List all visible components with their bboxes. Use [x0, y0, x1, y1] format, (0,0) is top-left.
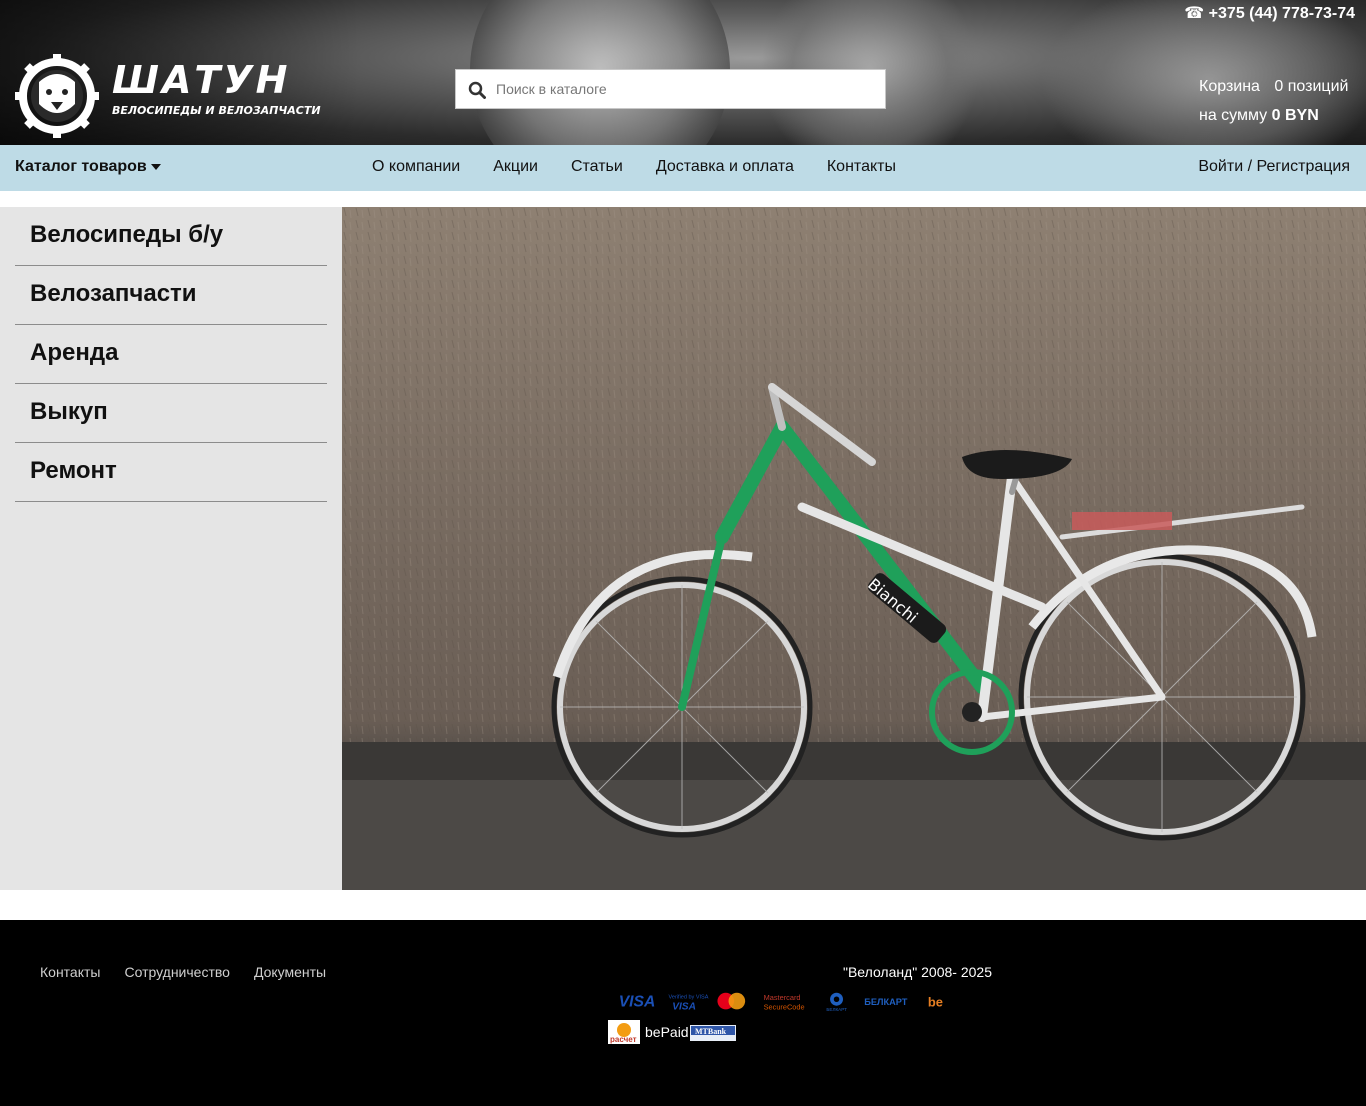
- visa-icon: VISA: [619, 994, 656, 1011]
- nav-link-articles[interactable]: Статьи: [571, 158, 623, 176]
- search-input[interactable]: [496, 70, 881, 108]
- svg-text:БЕЛКАРТ: БЕЛКАРТ: [864, 997, 908, 1007]
- svg-text:MTBank: MTBank: [695, 1027, 727, 1036]
- mastercard-securecode-icon: Mastercard SecureCode: [764, 993, 805, 1011]
- payment-logos: VISA Verified by VISA VISA Mastercard Se…: [619, 992, 943, 1012]
- cart-count: 0 позиций: [1274, 78, 1349, 95]
- svg-text:Verified by VISA: Verified by VISA: [669, 994, 709, 1000]
- sidebar-item-label: Велозапчасти: [30, 280, 197, 307]
- sidebar-item-label: Ремонт: [30, 457, 117, 484]
- nav-link-about[interactable]: О компании: [372, 158, 460, 176]
- cart-sum-value: 0 BYN: [1271, 107, 1319, 124]
- sidebar-item-label: Аренда: [30, 339, 119, 366]
- cart-sum-label: на сумму: [1199, 107, 1268, 124]
- belkart-internet-password-icon: БЕЛКАРТ: [864, 997, 908, 1007]
- site-footer: Контакты Сотрудничество Документы "Велол…: [0, 920, 1366, 1106]
- search-box: [455, 69, 886, 109]
- main-nav: Каталог товаров О компании Акции Статьи …: [0, 145, 1366, 191]
- mastercard-icon: [717, 992, 746, 1010]
- bicycle-image: Bianchi: [342, 207, 1366, 890]
- hero-banner: Bianchi: [342, 207, 1366, 890]
- sidebar-item-label: Велосипеды б/у: [30, 221, 224, 248]
- login-register-link[interactable]: Войти / Регистрация: [1198, 158, 1350, 176]
- svg-text:Mastercard: Mastercard: [764, 993, 801, 1002]
- logo-subtitle: ВЕЛОСИПЕДЫ И ВЕЛОЗАПЧАСТИ: [112, 104, 321, 117]
- category-sidebar: Велосипеды б/у Велозапчасти Аренда Выкуп…: [0, 207, 342, 890]
- svg-text:VISA: VISA: [672, 1001, 696, 1012]
- sidebar-item-used-bikes[interactable]: Велосипеды б/у: [15, 207, 327, 266]
- be-icon: be: [928, 995, 943, 1010]
- mtbank-icon: MTBank: [690, 1025, 736, 1041]
- catalog-label: Каталог товаров: [15, 158, 147, 175]
- nav-link-delivery[interactable]: Доставка и оплата: [656, 158, 794, 176]
- footer-link-contacts[interactable]: Контакты: [40, 964, 100, 980]
- nav-link-contacts[interactable]: Контакты: [827, 158, 896, 176]
- sidebar-item-buyout[interactable]: Выкуп: [15, 384, 327, 443]
- cart-label: Корзина: [1199, 78, 1260, 95]
- sidebar-item-label: Выкуп: [30, 398, 108, 425]
- svg-text:be: be: [928, 995, 943, 1010]
- svg-text:VISA: VISA: [619, 994, 656, 1011]
- sidebar-item-spare-parts[interactable]: Велозапчасти: [15, 266, 327, 325]
- copyright-text: "Велоланд" 2008- 2025: [843, 964, 992, 980]
- footer-link-documents[interactable]: Документы: [254, 964, 326, 980]
- site-header: ШАТУН ВЕЛОСИПЕДЫ И ВЕЛОЗАПЧАСТИ ☎ +375 (…: [0, 0, 1366, 145]
- bear-gear-icon: [15, 54, 99, 138]
- sidebar-item-repair[interactable]: Ремонт: [15, 443, 327, 502]
- caret-down-icon: [150, 163, 161, 170]
- raschet-icon: расчет: [608, 1020, 640, 1044]
- bepaid-logo: bePaid: [645, 1024, 689, 1040]
- svg-text:SecureCode: SecureCode: [764, 1002, 805, 1011]
- verified-by-visa-icon: Verified by VISA VISA: [669, 994, 709, 1012]
- logo-title: ШАТУН: [112, 58, 291, 102]
- footer-link-cooperation[interactable]: Сотрудничество: [124, 964, 229, 980]
- search-icon[interactable]: [468, 81, 486, 99]
- svg-text:расчет: расчет: [610, 1035, 637, 1044]
- phone-number[interactable]: ☎ +375 (44) 778-73-74: [1184, 3, 1355, 23]
- nav-link-promotions[interactable]: Акции: [493, 158, 538, 176]
- catalog-dropdown[interactable]: Каталог товаров: [15, 158, 161, 176]
- sidebar-item-rent[interactable]: Аренда: [15, 325, 327, 384]
- svg-text:БЕЛКАРТ: БЕЛКАРТ: [826, 1007, 847, 1012]
- cart-summary[interactable]: Корзина 0 позиций на сумму 0 BYN: [1199, 72, 1348, 130]
- belkart-icon: БЕЛКАРТ: [826, 992, 847, 1012]
